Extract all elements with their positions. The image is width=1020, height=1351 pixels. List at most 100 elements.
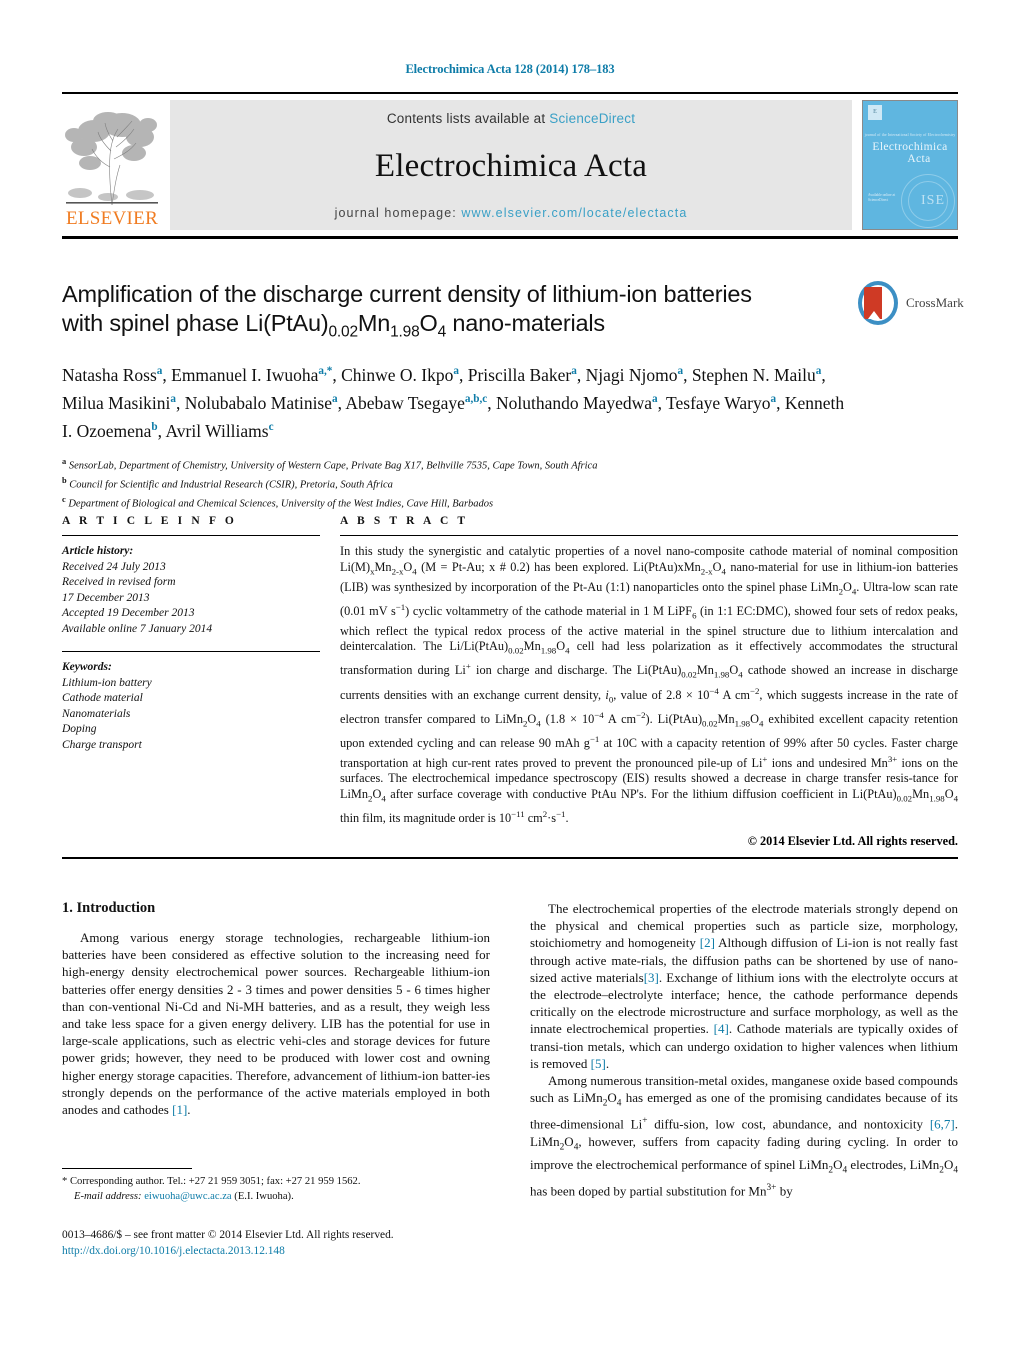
corresponding-author-note: * Corresponding author. Tel.: +27 21 959…	[62, 1175, 490, 1204]
keyword-item: Doping	[62, 723, 97, 735]
article-history-line: Received in revised form	[62, 576, 176, 588]
abstract-copyright: © 2014 Elsevier Ltd. All rights reserved…	[747, 833, 958, 848]
article-history-line: Accepted 19 December 2013	[62, 607, 195, 619]
article-history-line: 17 December 2013	[62, 591, 150, 604]
asterisk-icon: *	[62, 1176, 68, 1187]
article-info-column: A R T I C L E I N F O Article history: R…	[62, 515, 340, 849]
author-name: Abebaw Tsegaye	[345, 392, 465, 413]
author-affiliation-marker: a	[156, 364, 163, 377]
author-affiliation-marker: a	[453, 364, 459, 377]
contents-panel: Contents lists available at ScienceDirec…	[170, 100, 852, 230]
author-affiliation-marker: a,b,c	[464, 393, 488, 406]
colophon-block: 0013–4686/$ – see front matter © 2014 El…	[62, 1228, 532, 1259]
author-name: Njagi Njomo	[585, 364, 678, 385]
abstract-heading: A B S T R A C T	[340, 515, 469, 527]
author-affiliation-marker: a,*	[318, 364, 333, 377]
page-title: Amplification of the discharge current d…	[62, 280, 852, 347]
body-column-right: The electrochemical properties of the el…	[530, 900, 958, 1200]
cover-elsevier-mark: E	[868, 105, 882, 120]
title-sub-1: 0.02	[328, 323, 359, 341]
crossmark-badge[interactable]: CrossMark	[858, 281, 964, 327]
journal-masthead: ELSEVIER Contents lists available at Sci…	[62, 92, 958, 239]
section-heading-introduction: 1. Introduction	[62, 900, 156, 916]
title-sub-3: 4	[437, 323, 447, 341]
intro-left-text: Among various energy storage technologie…	[62, 930, 490, 1118]
author-affiliation-marker: a	[332, 393, 338, 406]
keyword-item: Lithium-ion battery	[62, 676, 152, 689]
author-name: Milua Masikini	[62, 392, 171, 413]
author-name: Noluthando Mayedwa	[495, 392, 652, 413]
email-address-link[interactable]: eiwuoha@uwc.ac.za	[144, 1191, 231, 1202]
cover-title-line1: Electrochimica	[872, 141, 948, 153]
body-columns: 1. Introduction Among various energy sto…	[62, 900, 958, 1200]
article-history-group: Article history: Received 24 July 2013 Re…	[62, 544, 320, 637]
email-address-label: E-mail address:	[74, 1190, 142, 1202]
author-name: Nolubabalo Matinise	[184, 392, 333, 413]
affiliation-marker: a	[62, 456, 67, 466]
masthead-bottom-rule	[62, 236, 958, 239]
elsevier-logo: ELSEVIER	[62, 100, 162, 230]
affiliation-item: b Council for Scientific and Industrial …	[62, 475, 393, 491]
footnote-block: * Corresponding author. Tel.: +27 21 959…	[62, 1168, 490, 1204]
author-affiliation-marker: a	[170, 393, 176, 406]
crossmark-label: CrossMark	[906, 295, 964, 310]
abstract-column: A B S T R A C T In this study the synerg…	[340, 515, 958, 849]
author-name: Avril Williams	[165, 421, 269, 442]
homepage-prefix: journal homepage:	[334, 206, 462, 220]
author-affiliation-marker: b	[151, 421, 158, 434]
affiliation-marker: c	[62, 494, 66, 504]
footnote-rule	[62, 1168, 192, 1169]
keywords-group: Keywords: Lithium-ion battery Cathode mat…	[62, 660, 320, 753]
crossmark-icon	[858, 281, 898, 325]
article-info-heading: A R T I C L E I N F O	[62, 515, 237, 527]
author-name: Chinwe O. Ikpo	[341, 364, 454, 385]
article-history-line: Available online 7 January 2014	[62, 622, 213, 635]
affiliation-item: c Department of Biological and Chemical …	[62, 494, 494, 510]
title-line-2-d: nano-materials	[446, 310, 605, 336]
masthead-top-rule	[62, 92, 958, 94]
journal-homepage-line: journal homepage: www.elsevier.com/locat…	[335, 206, 688, 220]
paper-page: Electrochimica Acta 128 (2014) 178–183 E…	[0, 0, 1020, 1351]
article-history-line: Received 24 July 2013	[62, 560, 166, 573]
author-name: Stephen N. Mailu	[691, 364, 816, 385]
author-affiliation-marker: a	[815, 364, 822, 377]
author-list: Natasha Rossa, Emmanuel I. Iwuohaa,*, Ch…	[62, 364, 845, 442]
doi-link[interactable]: http://dx.doi.org/10.1016/j.electacta.20…	[62, 1244, 532, 1260]
journal-title: Electrochimica Acta	[374, 147, 648, 184]
keyword-item: Cathode material	[62, 692, 143, 704]
title-line-1: Amplification of the discharge current d…	[62, 281, 752, 307]
abstract-rule	[340, 535, 958, 536]
author-affiliation-marker: a	[652, 393, 658, 406]
title-line-2-a: with spinel phase Li(PtAu)	[62, 310, 329, 336]
info-abstract-section: A R T I C L E I N F O Article history: R…	[62, 515, 958, 849]
corresponding-author-text: Corresponding author. Tel.: +27 21 959 3…	[69, 1176, 361, 1187]
affiliation-list: a SensorLab, Department of Chemistry, Un…	[62, 455, 852, 512]
author-name: Emmanuel I. Iwuoha	[171, 364, 319, 385]
abstract-bottom-rule	[62, 857, 958, 859]
running-head: Electrochimica Acta 128 (2014) 178–183	[405, 62, 615, 76]
author-affiliation-marker: a	[770, 393, 777, 406]
article-info-rule	[62, 535, 320, 536]
title-line-2-c: O	[419, 310, 438, 336]
contents-prefix: Contents lists available at	[386, 111, 550, 126]
affiliation-item: a SensorLab, Department of Chemistry, Un…	[62, 456, 598, 472]
keyword-item: Charge transport	[62, 738, 142, 751]
author-name: Tesfaye Waryo	[666, 392, 771, 413]
body-column-left: 1. Introduction Among various energy sto…	[62, 900, 490, 1200]
title-sub-2: 1.98	[390, 323, 420, 341]
journal-homepage-link[interactable]: www.elsevier.com/locate/electacta	[461, 206, 687, 220]
sciencedirect-link[interactable]: ScienceDirect	[549, 111, 635, 126]
author-name: Priscilla Baker	[467, 364, 572, 385]
author-affiliation-marker: a	[571, 364, 577, 377]
keywords-lines: Lithium-ion battery Cathode material Nanom…	[62, 676, 320, 754]
cover-society-mark: ISE	[921, 193, 945, 208]
author-name: Natasha Ross	[62, 364, 157, 385]
elsevier-tree-icon	[64, 107, 160, 209]
cover-footer-tiny: Available online at ScienceDirect	[868, 193, 896, 202]
abstract-body: In this study the synergistic and cataly…	[340, 544, 959, 825]
author-affiliation-marker: c	[268, 421, 274, 434]
article-history-label: Article history:	[62, 545, 134, 557]
article-history-lines: Received 24 July 2013 Received in revised…	[62, 560, 320, 638]
affiliation-marker: b	[62, 475, 67, 485]
author-affiliation-marker: a	[677, 364, 684, 377]
